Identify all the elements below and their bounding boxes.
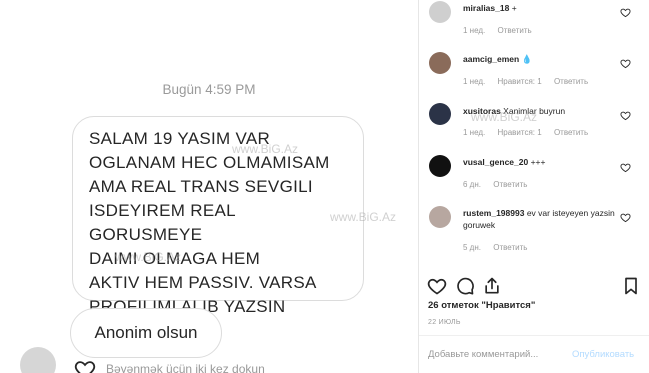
comment-age: 6 дн.: [463, 180, 481, 189]
comment-age: 1 нед.: [463, 26, 486, 35]
likes-count[interactable]: 26 отметок "Нравится": [428, 300, 535, 311]
comment-text: 💧: [521, 54, 533, 64]
avatar[interactable]: [429, 1, 451, 23]
comment-username[interactable]: rustem_198993: [463, 208, 524, 218]
comment-item: miralias_18 + 1 нед. Ответить: [419, 0, 649, 46]
avatar[interactable]: [429, 103, 451, 125]
reply-bubble: Anonim olsun: [70, 308, 222, 358]
message-text: SALAM 19 YASIM VAR OGLANAM HEC OLMAMISAM…: [89, 129, 330, 316]
reply-link[interactable]: Ответить: [498, 26, 532, 35]
comment-likes[interactable]: Нравится: 1: [498, 128, 542, 137]
comment-text: +++: [530, 157, 546, 167]
message-bubble: SALAM 19 YASIM VAR OGLANAM HEC OLMAMISAM…: [72, 116, 364, 316]
avatar[interactable]: [429, 52, 451, 74]
comment-age: 1 нед.: [463, 128, 486, 137]
comment-likes[interactable]: Нравится: 1: [498, 77, 542, 86]
comment-username[interactable]: xusitoras: [463, 106, 501, 116]
reply-link[interactable]: Ответить: [493, 180, 527, 189]
message-timestamp: Bugün 4:59 PM: [162, 82, 256, 97]
avatar: [20, 347, 56, 373]
post-date: 22 ИЮЛЬ: [428, 319, 461, 326]
comment-item: vusal_gence_20 +++ 6 дн. Ответить: [419, 150, 649, 202]
comment-text: +: [511, 3, 517, 13]
comment-age: 5 дн.: [463, 243, 481, 252]
reply-link[interactable]: Ответить: [493, 243, 527, 252]
post-actions: [419, 276, 649, 300]
heart-icon[interactable]: [620, 212, 631, 223]
comment-username[interactable]: aamcig_emen: [463, 54, 519, 64]
comment-item: xusitoras Xanimlar buyrun 1 нед. Нравитс…: [419, 98, 649, 150]
comment-username[interactable]: miralias_18: [463, 3, 509, 13]
bookmark-icon[interactable]: [621, 276, 641, 296]
comment-item: aamcig_emen 💧 1 нед. Нравится: 1 Ответит…: [419, 46, 649, 98]
avatar[interactable]: [429, 155, 451, 177]
comment-icon[interactable]: [455, 276, 475, 296]
heart-icon[interactable]: [620, 110, 631, 121]
reply-link[interactable]: Ответить: [554, 128, 588, 137]
heart-icon[interactable]: [620, 58, 631, 69]
comment-username[interactable]: vusal_gence_20: [463, 157, 528, 167]
heart-icon[interactable]: [620, 7, 631, 18]
heart-icon[interactable]: [427, 276, 447, 296]
comment-item: rustem_198993 ev var isteyeyen yazsin go…: [419, 200, 649, 262]
comment-age: 1 нед.: [463, 77, 486, 86]
heart-icon[interactable]: [74, 358, 96, 373]
comment-text: Xanimlar buyrun: [503, 106, 566, 116]
heart-icon[interactable]: [620, 162, 631, 173]
dm-screenshot: Bugün 4:59 PM SALAM 19 YASIM VAR OGLANAM…: [0, 0, 418, 373]
add-comment-row: Добавьте комментарий... Опубликовать: [419, 335, 649, 373]
comments-panel: miralias_18 + 1 нед. Ответить aamcig_eme…: [419, 0, 649, 373]
double-tap-caption: Bəyənmək üçün iki kez dokun: [106, 362, 265, 373]
reply-text: Anonim olsun: [94, 323, 198, 342]
publish-button[interactable]: Опубликовать: [572, 349, 634, 360]
share-icon[interactable]: [482, 276, 502, 296]
comment-input[interactable]: Добавьте комментарий...: [428, 349, 538, 360]
avatar[interactable]: [429, 206, 451, 228]
reply-link[interactable]: Ответить: [554, 77, 588, 86]
